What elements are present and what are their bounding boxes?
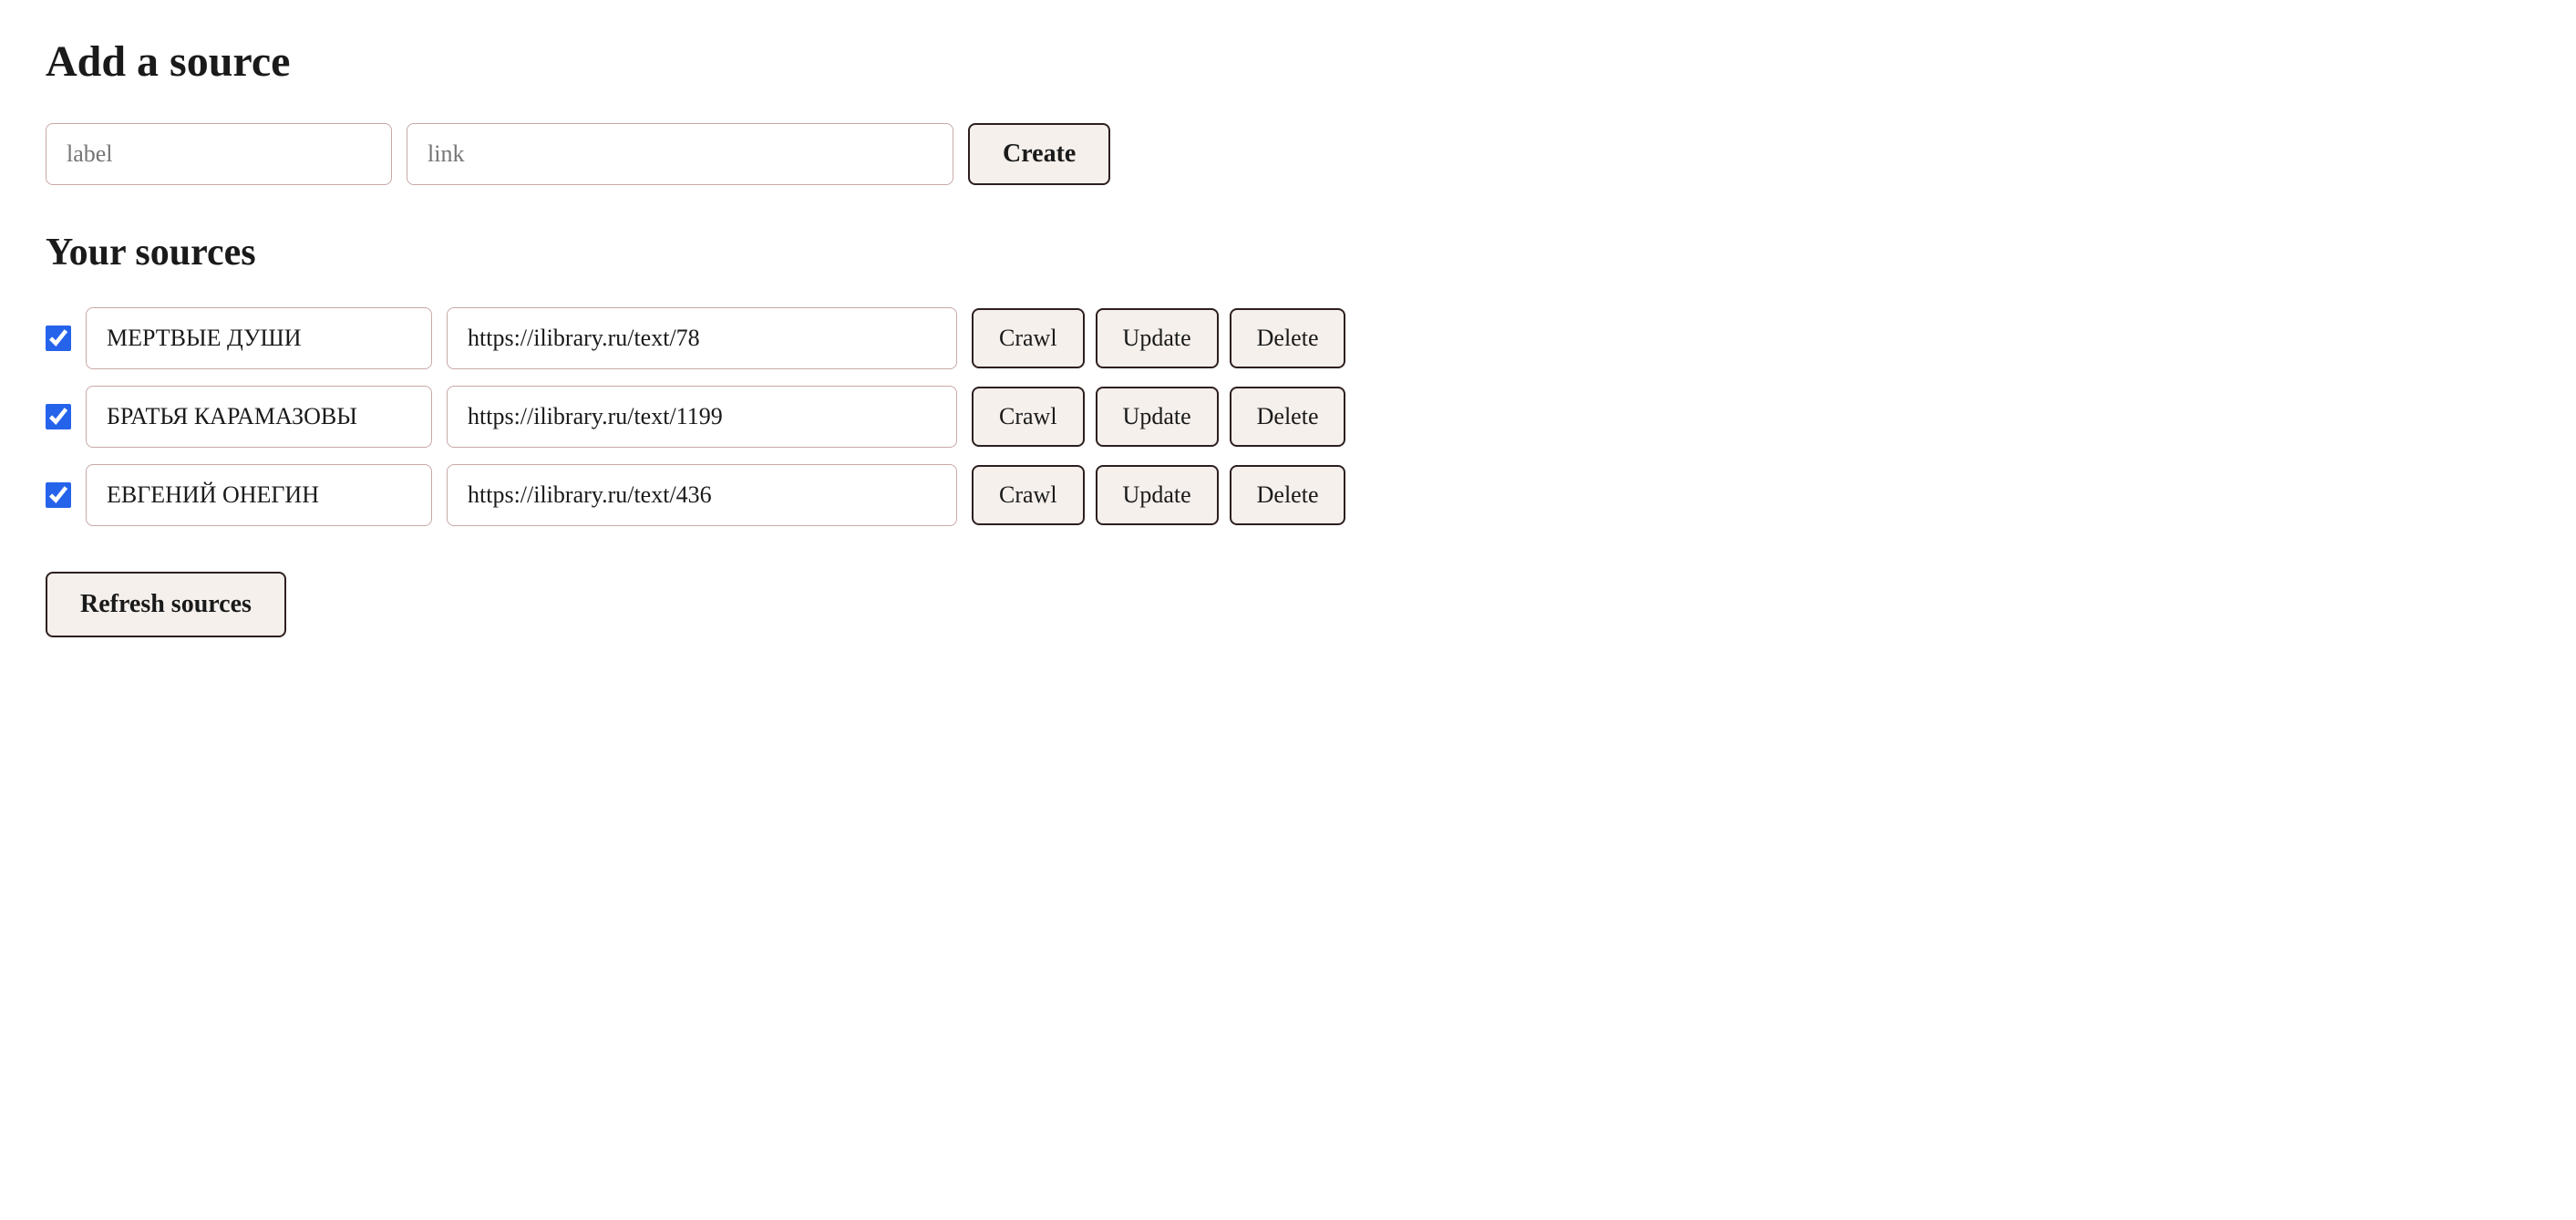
update-button[interactable]: Update (1096, 387, 1219, 447)
add-source-form: Create (46, 123, 2530, 185)
crawl-button[interactable]: Crawl (972, 465, 1085, 525)
source-row: CrawlUpdateDelete (46, 386, 2530, 448)
source-link-field[interactable] (447, 386, 957, 448)
update-button[interactable]: Update (1096, 308, 1219, 368)
source-action-buttons: CrawlUpdateDelete (972, 465, 1345, 525)
delete-button[interactable]: Delete (1230, 387, 1346, 447)
source-checkbox[interactable] (46, 326, 71, 351)
link-input[interactable] (407, 123, 953, 185)
create-button[interactable]: Create (968, 123, 1110, 185)
source-label-field[interactable] (86, 464, 432, 526)
source-link-field[interactable] (447, 307, 957, 369)
source-checkbox[interactable] (46, 482, 71, 508)
sources-list: CrawlUpdateDeleteCrawlUpdateDeleteCrawlU… (46, 307, 2530, 526)
source-row: CrawlUpdateDelete (46, 464, 2530, 526)
source-link-field[interactable] (447, 464, 957, 526)
sources-section-title: Your sources (46, 231, 2530, 274)
source-label-field[interactable] (86, 386, 432, 448)
refresh-sources-button[interactable]: Refresh sources (46, 572, 286, 637)
source-action-buttons: CrawlUpdateDelete (972, 387, 1345, 447)
source-label-field[interactable] (86, 307, 432, 369)
source-checkbox[interactable] (46, 404, 71, 429)
source-action-buttons: CrawlUpdateDelete (972, 308, 1345, 368)
update-button[interactable]: Update (1096, 465, 1219, 525)
crawl-button[interactable]: Crawl (972, 387, 1085, 447)
source-row: CrawlUpdateDelete (46, 307, 2530, 369)
delete-button[interactable]: Delete (1230, 465, 1346, 525)
delete-button[interactable]: Delete (1230, 308, 1346, 368)
crawl-button[interactable]: Crawl (972, 308, 1085, 368)
page-title: Add a source (46, 36, 2530, 87)
label-input[interactable] (46, 123, 392, 185)
